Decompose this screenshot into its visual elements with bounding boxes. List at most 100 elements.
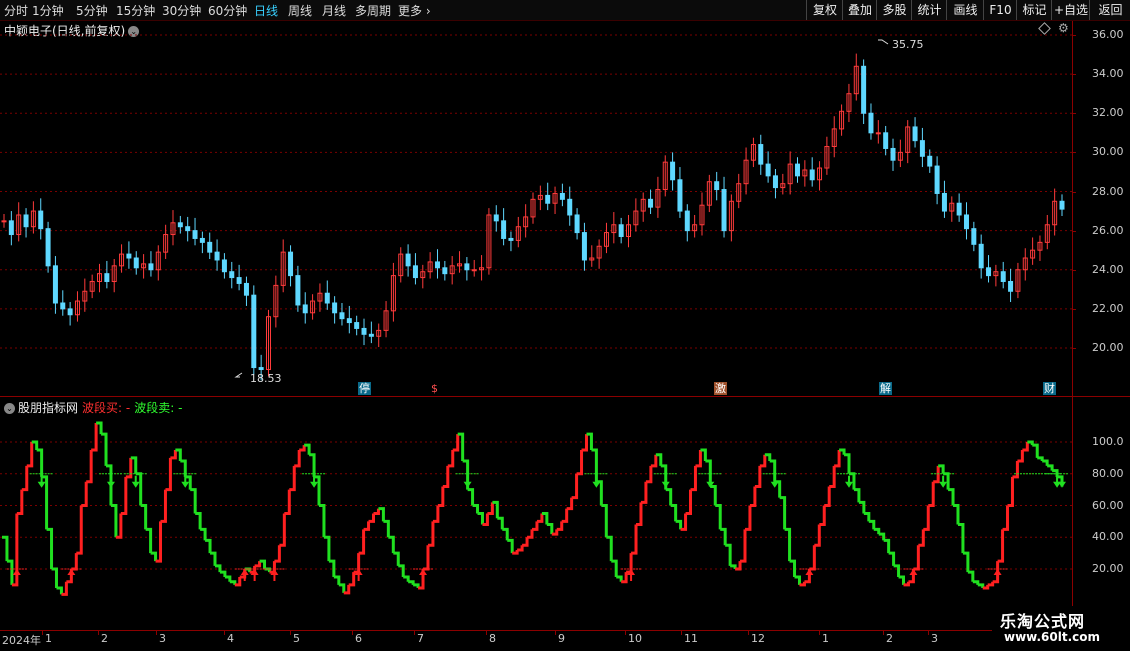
candle-body — [405, 253, 411, 267]
indicator-title: ⌄ 股朋指标网 波段买: - 波段卖: - — [4, 399, 182, 416]
candle-body — [670, 161, 676, 181]
candle-body — [104, 273, 110, 282]
indicator-segment — [36, 448, 44, 477]
indicator-segment — [180, 459, 187, 477]
date-label: 11 — [684, 632, 698, 645]
date-label: 5 — [293, 632, 300, 645]
candle-body — [67, 308, 73, 316]
indicator-segment — [140, 504, 148, 530]
candle-body — [412, 265, 418, 279]
candle-body — [442, 267, 448, 275]
indicator-segment — [690, 465, 697, 492]
indicator-segment — [522, 537, 529, 547]
indicator-segment — [279, 513, 286, 547]
high-price-label: 35.75 — [892, 38, 924, 51]
indicator-segment — [527, 529, 534, 539]
indicator-segment — [319, 504, 326, 538]
candle-body — [361, 327, 367, 335]
indicator-segment — [447, 449, 455, 468]
indicator-segment — [640, 481, 648, 504]
candle-body — [971, 228, 977, 245]
indicator-segment — [299, 445, 306, 452]
date-label: 2024年 — [2, 634, 41, 647]
indicator-segment — [601, 504, 608, 538]
sell-arrow-icon — [845, 475, 854, 488]
indicator-segment — [219, 570, 227, 577]
indicator-segment — [467, 488, 475, 506]
indicator-segment — [883, 538, 891, 554]
chevron-down-icon[interactable]: ⌄ — [4, 403, 15, 414]
chart-canvas[interactable] — [0, 0, 1072, 630]
indicator-segment — [779, 496, 787, 530]
indicator-segment — [650, 454, 658, 468]
candle-body — [221, 259, 227, 273]
indicator-segment — [1002, 505, 1010, 531]
indicator-segment — [26, 442, 34, 468]
candle-body — [648, 198, 654, 208]
candle-body — [1000, 271, 1006, 282]
indicator-segment — [507, 538, 514, 554]
candle-body — [934, 165, 940, 194]
indicator-segment — [56, 586, 63, 595]
candle-body — [861, 65, 867, 114]
marker-unlock[interactable]: 解 — [879, 382, 892, 395]
indicator-segment — [1037, 456, 1044, 462]
candle-body — [618, 224, 624, 237]
indicator-segment — [1007, 476, 1014, 507]
marker-dividend[interactable]: $ — [428, 382, 441, 395]
candle-body — [677, 179, 683, 212]
buy-signal-label: 波段买: - — [82, 401, 131, 415]
toolbar-button-8[interactable]: 返回 — [1089, 0, 1130, 20]
candle-body — [23, 214, 29, 228]
sell-arrow-icon — [463, 475, 472, 488]
candle-body — [207, 241, 213, 253]
date-label: 10 — [628, 632, 642, 645]
indicator-segment — [532, 521, 539, 531]
indicator-segment — [744, 505, 752, 531]
indicator-segment — [967, 570, 975, 582]
candle-body — [986, 267, 992, 277]
indicator-segment — [71, 553, 78, 571]
candle-body — [354, 322, 360, 329]
candle-body — [875, 132, 881, 135]
indicator-segment — [665, 488, 673, 506]
indicator-segment — [819, 505, 826, 527]
indicator-segment — [348, 572, 356, 587]
price-tick — [1072, 74, 1076, 76]
candle-body — [978, 243, 984, 269]
candle-body — [133, 257, 139, 269]
indicator-segment — [794, 575, 801, 585]
candle-body — [684, 210, 690, 232]
indicator-segment — [408, 580, 415, 585]
buy-arrow-icon — [805, 569, 814, 581]
indicator-segment — [759, 454, 767, 468]
buy-arrow-icon — [67, 569, 76, 581]
candle-body — [199, 237, 205, 243]
indicator-segment — [323, 535, 331, 562]
indicator-segment — [809, 545, 816, 571]
marker-incentive[interactable]: 激 — [714, 382, 727, 395]
indicator-segment — [432, 505, 440, 523]
low-pointer — [234, 372, 243, 378]
watermark-url: www.60lt.com — [1004, 630, 1101, 644]
indicator-segment — [576, 449, 584, 476]
marker-finance[interactable]: 财 — [1043, 382, 1056, 395]
indicator-segment — [254, 561, 262, 568]
date-label: 2 — [886, 632, 893, 645]
candle-body — [434, 261, 440, 269]
indicator-segment — [86, 449, 93, 484]
indicator-segment — [190, 488, 197, 514]
indicator-tick-label: 80.00 — [1092, 466, 1124, 480]
indicator-segment — [616, 575, 623, 582]
marker-suspend[interactable]: 停 — [358, 382, 371, 395]
candle-body — [721, 189, 727, 232]
candle-body — [956, 202, 962, 216]
indicator-segment — [888, 551, 896, 566]
indicator-segment — [145, 527, 153, 554]
high-pointer — [878, 39, 889, 45]
indicator-segment — [536, 513, 544, 523]
indicator-segment — [502, 527, 509, 541]
candle-body — [758, 144, 764, 165]
indicator-segment — [675, 519, 683, 530]
indicator-segment — [477, 511, 484, 525]
